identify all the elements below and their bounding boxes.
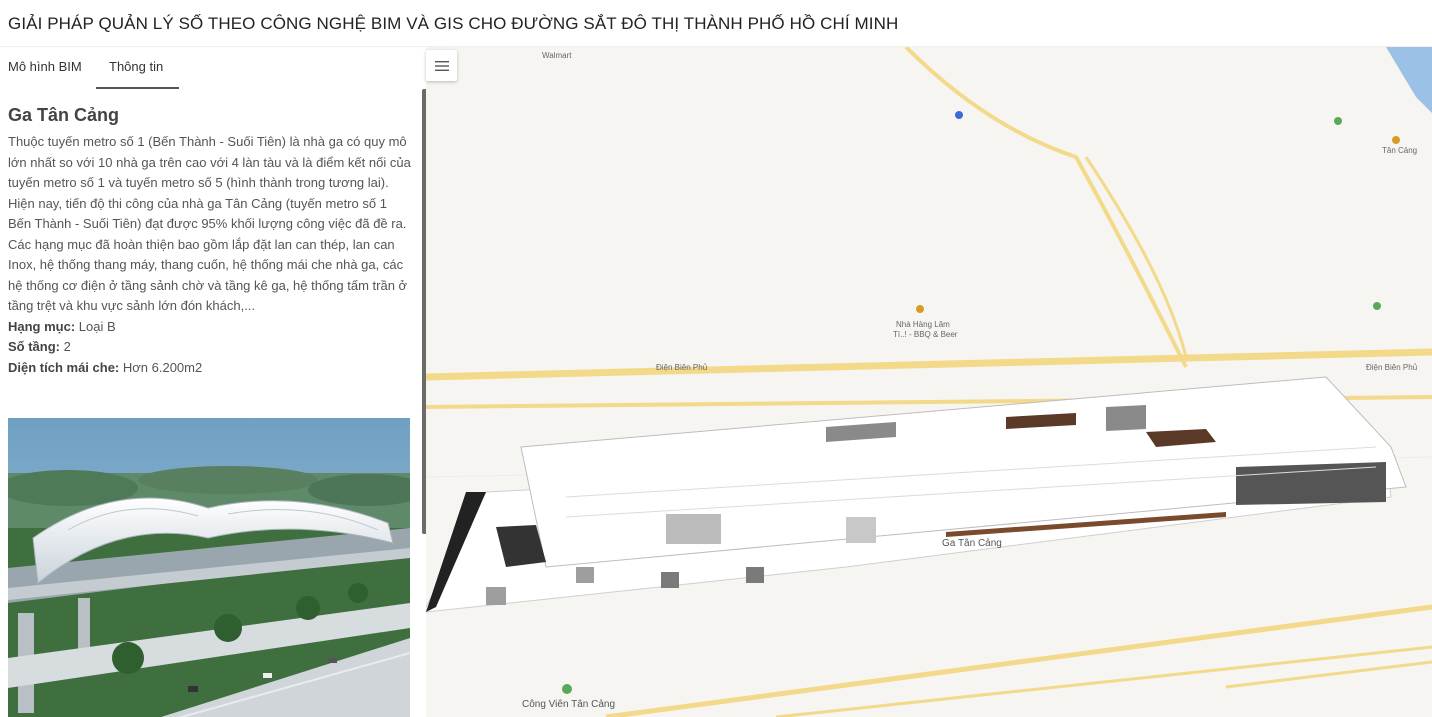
active-tab-indicator [96,87,179,89]
poi-walmart-label[interactable]: Walmart [542,51,571,60]
street-label-dien-bien-phu: Điện Biên Phủ [656,363,708,372]
tab-bim-model[interactable]: Mô hình BIM [8,59,82,74]
tab-info[interactable]: Thông tin [109,59,163,74]
field-floors-label: Số tầng: [8,339,60,354]
field-roof-area: Diện tích mái che: Hơn 6.200m2 [8,358,413,379]
info-panel: Mô hình BIM Thông tin Ga Tân Cảng Thuộc … [0,47,426,717]
field-floors-value: 2 [63,339,71,354]
app-title: GIẢI PHÁP QUẢN LÝ SỐ THEO CÔNG NGHỆ BIM … [8,14,899,33]
station-description-3: Các hạng mục đã hoàn thiện bao gồm lắp đ… [8,236,408,314]
station-title: Ga Tân Cảng [8,105,120,125]
street-label-dien-bien-phu-east: Điện Biên Phủ [1366,363,1418,372]
map-menu-button[interactable] [426,50,457,81]
field-category-label: Hạng mục: [8,318,76,334]
station-map-label[interactable]: Ga Tân Cảng [942,538,1002,549]
field-category-value: Loại B [78,318,116,334]
panel-tabs: Mô hình BIM Thông tin [0,47,426,89]
field-floors: Số tầng: 2 [8,337,413,358]
park-map-label[interactable]: Công Viên Tân Cảng [522,699,615,710]
field-roof-area-value: Hơn 6.200m2 [122,359,203,375]
station-description-1: Thuộc tuyến metro số 1 (Bến Thành - Suối… [8,134,411,190]
station-photo [8,418,410,717]
field-category: Hạng mục: Loại B [8,317,413,338]
poi-restaurant-label-1[interactable]: Nhà Hàng Lâm [896,320,950,329]
field-roof-area-label: Diện tích mái che: [8,359,120,375]
station-info: Ga Tân Cảng Thuộc tuyến metro số 1 (Bến … [8,105,413,378]
map-view[interactable]: Walmart Điện Biên Phủ Điện Biên Phủ Nhà … [426,47,1432,717]
area-label-tan-cang: Tân Cảng [1382,146,1418,155]
station-description-2: Hiện nay, tiến độ thi công của nhà ga Tâ… [8,195,407,232]
poi-restaurant-label-2[interactable]: Tí..! - BBQ & Beer [893,330,957,339]
hamburger-menu-icon [434,60,449,71]
